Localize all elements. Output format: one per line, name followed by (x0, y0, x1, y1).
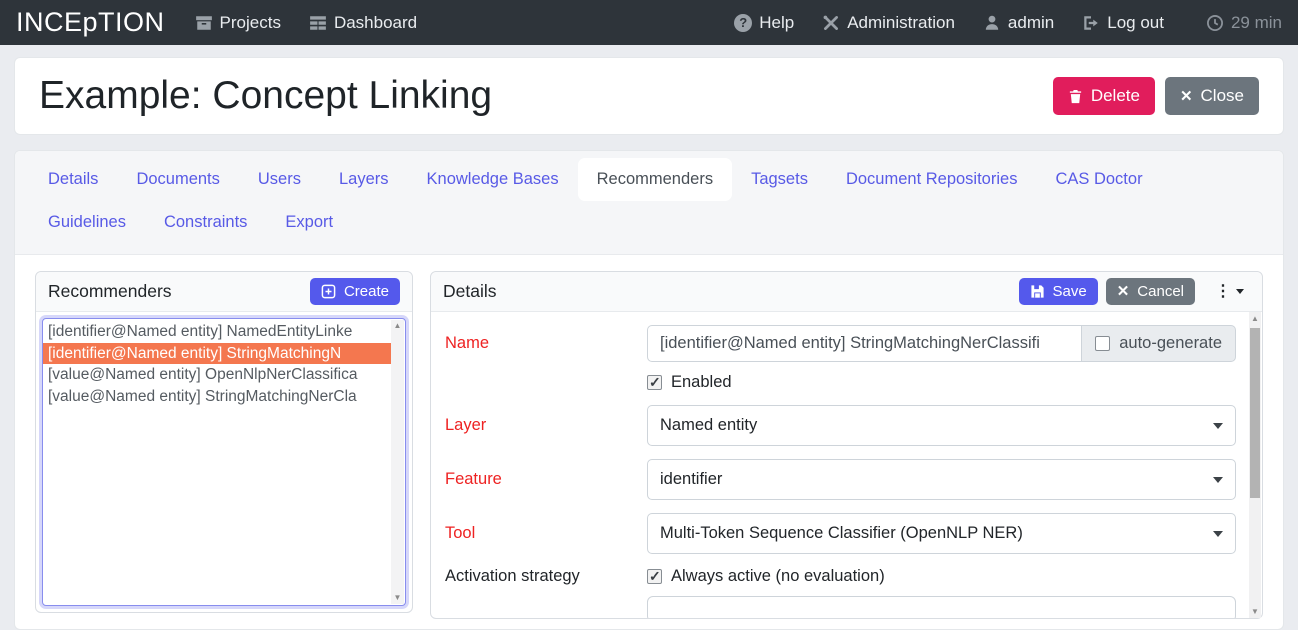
list-item[interactable]: [identifier@Named entity] NamedEntityLin… (43, 321, 391, 343)
tab-knowledge-bases[interactable]: Knowledge Bases (408, 158, 578, 201)
nav-administration[interactable]: Administration (822, 13, 955, 33)
scroll-up-icon[interactable]: ▲ (1251, 314, 1259, 323)
cancel-button-label: Cancel (1137, 283, 1184, 300)
name-label: Name (445, 334, 647, 353)
create-button[interactable]: Create (310, 278, 400, 305)
cancel-button[interactable]: ✕ Cancel (1106, 278, 1195, 305)
save-icon (1030, 284, 1045, 299)
feature-select-value: identifier (660, 470, 722, 489)
auto-generate-checkbox[interactable] (1095, 336, 1110, 351)
top-navbar: INCEpTION Projects Dashboard ? Help Admi… (0, 0, 1298, 45)
enabled-checkbox[interactable] (647, 375, 662, 390)
details-form: Name auto-generate Enabled (431, 312, 1262, 618)
settings-card: Details Documents Users Layers Knowledge… (14, 150, 1284, 630)
settings-tabs: Details Documents Users Layers Knowledge… (15, 151, 1283, 255)
create-button-label: Create (344, 283, 389, 300)
logout-icon (1082, 14, 1100, 32)
auto-generate-label: auto-generate (1119, 334, 1222, 353)
select-caret-icon (1213, 477, 1223, 483)
table-icon (309, 14, 327, 32)
nav-logout[interactable]: Log out (1082, 13, 1164, 33)
cancel-icon: ✕ (1117, 284, 1130, 299)
nav-user[interactable]: admin (983, 13, 1054, 33)
chevron-down-icon (1236, 289, 1244, 294)
trash-icon (1068, 89, 1083, 104)
tool-select[interactable]: Multi-Token Sequence Classifier (OpenNLP… (647, 513, 1236, 554)
details-panel: Details Save ✕ Cancel ⋮ (430, 271, 1263, 619)
panel-menu-button[interactable]: ⋮ (1209, 280, 1250, 304)
tab-details[interactable]: Details (29, 158, 117, 201)
layer-select[interactable]: Named entity (647, 405, 1236, 446)
tool-select-value: Multi-Token Sequence Classifier (OpenNLP… (660, 524, 1023, 543)
nav-dashboard-label: Dashboard (334, 13, 417, 33)
session-timer-label: 29 min (1231, 13, 1282, 33)
nav-projects-label: Projects (220, 13, 281, 33)
archive-icon (195, 14, 213, 32)
layer-label: Layer (445, 416, 647, 435)
page-title: Example: Concept Linking (39, 74, 492, 118)
nav-dashboard[interactable]: Dashboard (309, 13, 417, 33)
session-timer: 29 min (1206, 13, 1282, 33)
enabled-label: Enabled (671, 373, 732, 392)
delete-button-label: Delete (1091, 86, 1140, 106)
kebab-icon: ⋮ (1215, 284, 1231, 300)
tab-export[interactable]: Export (266, 201, 352, 244)
nav-projects[interactable]: Projects (195, 13, 281, 33)
close-button-label: Close (1201, 86, 1244, 106)
list-item[interactable]: [value@Named entity] StringMatchingNerCl… (43, 386, 391, 408)
tab-documents[interactable]: Documents (117, 158, 238, 201)
nav-administration-label: Administration (847, 13, 955, 33)
save-button-label: Save (1053, 283, 1087, 300)
scrollbar-thumb[interactable] (1250, 328, 1260, 498)
scroll-down-icon[interactable]: ▼ (394, 593, 402, 603)
recommender-listbox[interactable]: [identifier@Named entity] NamedEntityLin… (42, 318, 406, 606)
list-item[interactable]: [value@Named entity] OpenNlpNerClassific… (43, 364, 391, 386)
recommenders-panel-title: Recommenders (48, 281, 302, 302)
auto-generate-addon: auto-generate (1082, 325, 1236, 362)
tab-recommenders[interactable]: Recommenders (578, 158, 732, 201)
details-panel-title: Details (443, 281, 1011, 302)
tools-icon (822, 14, 840, 32)
list-item[interactable]: [identifier@Named entity] StringMatching… (43, 343, 391, 365)
tool-label: Tool (445, 524, 647, 543)
activation-strategy-label: Activation strategy (445, 567, 647, 586)
tab-cas-doctor[interactable]: CAS Doctor (1036, 158, 1161, 201)
clipped-next-field (647, 596, 1236, 618)
tab-constraints[interactable]: Constraints (145, 201, 266, 244)
always-active-label: Always active (no evaluation) (671, 567, 885, 586)
tab-tagsets[interactable]: Tagsets (732, 158, 827, 201)
listbox-scrollbar[interactable]: ▲ ▼ (391, 320, 404, 604)
save-button[interactable]: Save (1019, 278, 1098, 305)
tab-layers[interactable]: Layers (320, 158, 408, 201)
details-scrollbar[interactable]: ▲ ▼ (1249, 312, 1261, 618)
nav-help[interactable]: ? Help (734, 13, 794, 33)
nav-user-label: admin (1008, 13, 1054, 33)
close-button[interactable]: ✕ Close (1165, 77, 1259, 115)
close-icon: ✕ (1180, 89, 1193, 104)
layer-select-value: Named entity (660, 416, 757, 435)
always-active-checkbox[interactable] (647, 569, 662, 584)
project-header: Example: Concept Linking Delete ✕ Close (14, 57, 1284, 135)
clock-icon (1206, 14, 1224, 32)
feature-select[interactable]: identifier (647, 459, 1236, 500)
plus-square-icon (321, 284, 336, 299)
select-caret-icon (1213, 423, 1223, 429)
name-input[interactable] (647, 325, 1082, 362)
tab-document-repositories[interactable]: Document Repositories (827, 158, 1037, 201)
delete-button[interactable]: Delete (1053, 77, 1155, 115)
select-caret-icon (1213, 531, 1223, 537)
tab-users[interactable]: Users (239, 158, 320, 201)
feature-label: Feature (445, 470, 647, 489)
recommenders-panel: Recommenders Create [identifier@Named en… (35, 271, 413, 613)
scroll-down-icon[interactable]: ▼ (1251, 607, 1259, 616)
tab-guidelines[interactable]: Guidelines (29, 201, 145, 244)
nav-logout-label: Log out (1107, 13, 1164, 33)
scroll-up-icon[interactable]: ▲ (394, 321, 402, 331)
person-icon (983, 14, 1001, 32)
nav-help-label: Help (759, 13, 794, 33)
question-circle-icon: ? (734, 14, 752, 32)
app-logo[interactable]: INCEpTION (16, 7, 165, 38)
